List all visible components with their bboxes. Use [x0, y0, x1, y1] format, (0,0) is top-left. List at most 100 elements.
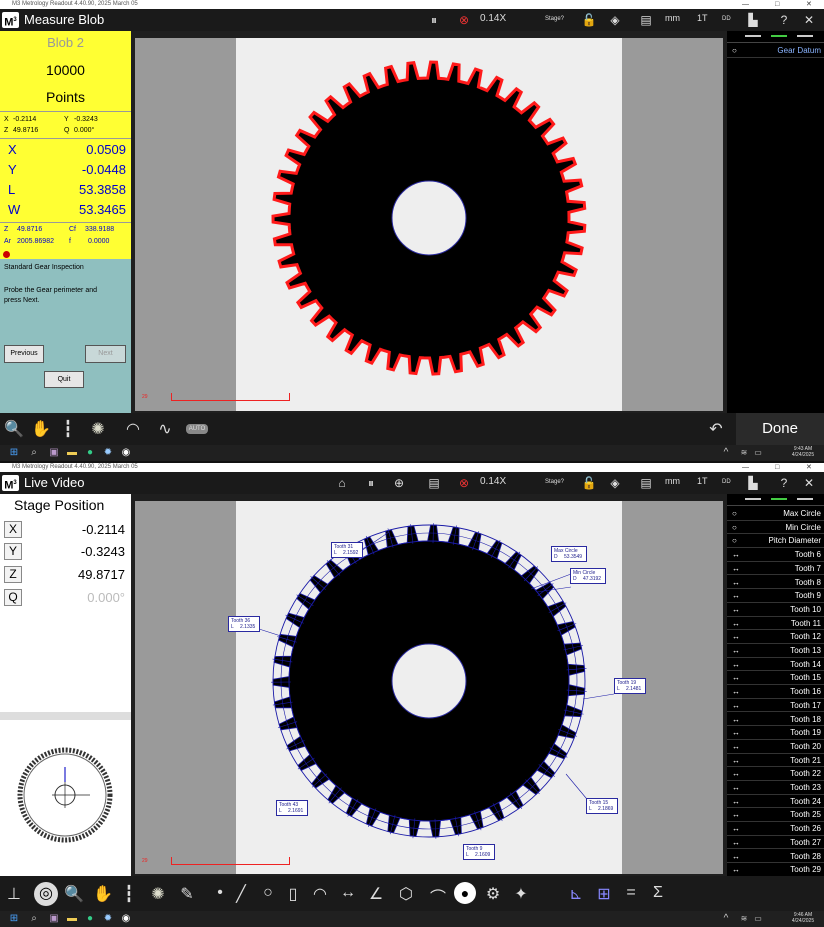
annotation-min-circle[interactable]: Min Circle D 47.3192	[570, 568, 606, 584]
list-tab-icon[interactable]	[797, 498, 813, 500]
hand-icon[interactable]: ✋	[31, 419, 51, 439]
arc-icon[interactable]: ◠	[310, 884, 330, 904]
settings-icon[interactable]: ✹	[102, 447, 114, 459]
equals-icon[interactable]: =	[621, 884, 641, 902]
table-icon[interactable]: ▤	[424, 475, 444, 491]
angle-icon[interactable]: ∠	[366, 884, 386, 904]
bottom-video-viewport[interactable]: Tooth 31 L 2.1592 Max Circle D 53.3549 M…	[131, 494, 727, 876]
wifi-icon[interactable]: ≋	[738, 913, 750, 925]
rotate-icon[interactable]: ◈	[607, 12, 623, 28]
zoom-readout[interactable]: 0.14X	[480, 476, 506, 487]
circle-icon[interactable]: ○	[258, 884, 278, 902]
edge-icon[interactable]: ●	[84, 447, 96, 459]
grid-icon[interactable]: ▤	[634, 12, 658, 28]
tool-dd[interactable]: DD	[722, 479, 731, 485]
units-label[interactable]: mm	[665, 13, 680, 23]
list-item[interactable]: ↔ Tooth 26	[727, 822, 824, 836]
minimize-icon[interactable]: —	[742, 0, 749, 9]
stage-status[interactable]: Stage?	[545, 16, 564, 22]
tool-1t[interactable]: 1T	[697, 476, 708, 486]
tool-1t[interactable]: 1T	[697, 13, 708, 23]
grid-icon[interactable]: ▤	[634, 475, 658, 491]
teams-icon[interactable]: ▣	[48, 447, 60, 459]
list-tab-icon[interactable]	[797, 35, 813, 37]
magnify-icon[interactable]: 🔍	[4, 419, 24, 439]
chart-icon[interactable]: ▙	[745, 475, 761, 491]
list-item[interactable]: ↔ Tooth 24	[727, 795, 824, 809]
tray-chevron-icon[interactable]: ^	[720, 447, 732, 459]
grid-datum-icon[interactable]: ⊞	[594, 884, 614, 904]
probe-icon[interactable]: ┇	[60, 419, 76, 439]
light-icon[interactable]: ✺	[88, 419, 108, 439]
list-item[interactable]: ↔ Tooth 15	[727, 671, 824, 686]
zoom-readout[interactable]: 0.14X	[480, 13, 506, 24]
done-button[interactable]: Done	[736, 413, 824, 445]
list-item[interactable]: ↔ Tooth 20	[727, 740, 824, 754]
coord-label[interactable]: Z	[4, 566, 22, 583]
search-icon[interactable]: ⌕	[28, 447, 40, 459]
coord-label[interactable]: Y	[4, 543, 22, 560]
folder-icon[interactable]: ▬	[66, 447, 78, 459]
light-icon[interactable]: ✺	[148, 884, 168, 904]
list-tab-icon[interactable]	[771, 498, 787, 500]
list-item[interactable]: ↔ Tooth 18	[727, 713, 824, 727]
top-video-viewport[interactable]: 29	[131, 31, 727, 413]
app-icon[interactable]: ◉	[120, 913, 132, 925]
pause-icon[interactable]: ⏸	[361, 475, 381, 491]
tray-chevron-icon[interactable]: ^	[720, 913, 732, 925]
list-item[interactable]: ↔ Tooth 7	[727, 562, 824, 576]
auto-badge[interactable]: AUTO	[186, 424, 208, 434]
rotate-icon[interactable]: ◈	[607, 475, 623, 491]
app-icon[interactable]: ◉	[120, 447, 132, 459]
annotation-tooth-31[interactable]: Tooth 31 L 2.1592	[331, 542, 363, 558]
point-icon[interactable]: •	[212, 884, 228, 902]
annotation-tooth-15[interactable]: Tooth 15 L 2.1869	[586, 798, 618, 814]
quit-button[interactable]: Quit	[44, 371, 84, 388]
annotation-tooth-9[interactable]: Tooth 9 L 2.1609	[463, 844, 495, 860]
curve-icon[interactable]: ⌒	[428, 884, 448, 908]
list-tab-icon[interactable]	[745, 498, 761, 500]
help-icon[interactable]: ?	[778, 12, 790, 28]
clock[interactable]: 9:43 AM 4/24/2025	[788, 446, 818, 458]
settings-icon[interactable]: ✹	[102, 913, 114, 925]
list-tab-icon[interactable]	[771, 35, 787, 37]
list-item[interactable]: ↔ Tooth 17	[727, 699, 824, 713]
maximize-icon[interactable]: □	[775, 463, 779, 472]
list-item[interactable]: ↔ Tooth 21	[727, 754, 824, 768]
list-item[interactable]: ↔ Tooth 25	[727, 808, 824, 823]
list-item[interactable]: ↔ Tooth 13	[727, 644, 824, 658]
windows-icon[interactable]: ⊞	[8, 447, 20, 459]
list-item[interactable]: ↔ Tooth 9	[727, 589, 824, 603]
list-item[interactable]: ↔ Tooth 22	[727, 767, 824, 781]
battery-icon[interactable]: ▭	[752, 447, 764, 459]
edge-icon[interactable]: ●	[84, 913, 96, 925]
annotation-tooth-36[interactable]: Tooth 36 L 2.1335	[228, 616, 260, 632]
target-icon[interactable]: ⊗	[456, 475, 472, 491]
annotation-max-circle[interactable]: Max Circle D 53.3549	[551, 546, 587, 562]
annotation-tooth-19[interactable]: Tooth 19 L 2.1481	[614, 678, 646, 694]
list-item[interactable]: ↔ Tooth 12	[727, 630, 824, 644]
box-icon[interactable]: ⬡	[396, 884, 416, 904]
list-item[interactable]: ↔ Tooth 28	[727, 850, 824, 864]
list-item[interactable]: ↔ Tooth 6	[727, 548, 824, 562]
coord-label[interactable]: X	[4, 521, 22, 538]
target-icon[interactable]: ⊗	[456, 12, 472, 28]
wave-icon[interactable]: ∿	[155, 419, 175, 439]
wand-icon[interactable]: ✦	[511, 884, 531, 904]
list-item[interactable]: ↔ Tooth 19	[727, 726, 824, 740]
pen-icon[interactable]: ✎	[177, 884, 197, 904]
clock[interactable]: 9:46 AM 4/24/2025	[788, 912, 818, 924]
windows-icon[interactable]: ⊞	[8, 913, 20, 925]
light-ring-icon[interactable]: ◎	[34, 882, 58, 906]
list-item[interactable]: ○ Pitch Diameter	[727, 534, 824, 549]
teams-icon[interactable]: ▣	[48, 913, 60, 925]
close-app-icon[interactable]: ✕	[802, 475, 816, 491]
list-item[interactable]: ↔ Tooth 11	[727, 617, 824, 631]
list-item[interactable]: ↔ Tooth 16	[727, 685, 824, 699]
list-item[interactable]: ↔ Tooth 29	[727, 863, 824, 877]
close-app-icon[interactable]: ✕	[802, 12, 816, 28]
list-item[interactable]: ↔ Tooth 27	[727, 836, 824, 850]
folder-icon[interactable]: ▬	[66, 913, 78, 925]
list-tab-icon[interactable]	[745, 35, 761, 37]
part-thumbnail[interactable]	[0, 722, 131, 872]
